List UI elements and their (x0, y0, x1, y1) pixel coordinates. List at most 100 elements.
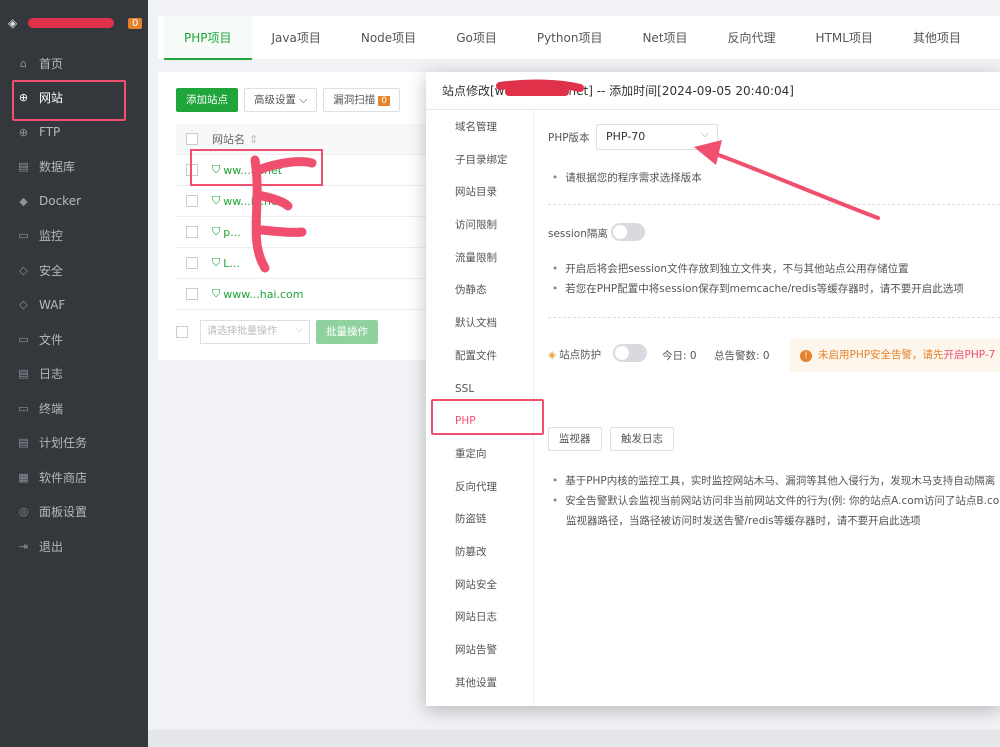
row-checkbox[interactable] (186, 226, 198, 238)
batch-button[interactable]: 批量操作 (316, 320, 378, 344)
sidebar-item-4[interactable]: ◆ Docker (0, 184, 148, 219)
modal-nav-item-7[interactable]: 配置文件 (426, 340, 533, 373)
php-version-select[interactable]: PHP-70 (596, 122, 718, 150)
add-site-button[interactable]: 添加站点 (176, 88, 238, 112)
tab-3[interactable]: Go项目 (436, 16, 517, 60)
sidebar-item-7[interactable]: ◇ WAF (0, 288, 148, 323)
modal-nav-item-11[interactable]: 反向代理 (426, 471, 533, 504)
sidebar-item-label: 计划任务 (39, 436, 88, 451)
database-icon: ▤ (18, 160, 29, 174)
row-checkbox[interactable] (186, 257, 198, 269)
modal-nav-item-15[interactable]: 网站日志 (426, 601, 533, 634)
modal-nav-item-1[interactable]: 子目录绑定 (426, 144, 533, 177)
domain-redacted (504, 87, 569, 96)
session-toggle[interactable] (611, 223, 645, 241)
desc-1: 基于PHP内核的监控工具，实时监控网站木马、漏洞等其他入侵行为，发现木马支持自动… (552, 473, 995, 488)
terminal-icon: ▭ (18, 401, 29, 415)
tab-6[interactable]: 反向代理 (708, 16, 796, 60)
sidebar-item-9[interactable]: ▤ 日志 (0, 357, 148, 392)
store-icon: ▦ (18, 470, 29, 484)
table-header: 网站名 ⇕ (176, 124, 458, 155)
site-name-link[interactable]: www...hai.com (223, 288, 303, 301)
modal-nav-item-14[interactable]: 网站安全 (426, 569, 533, 602)
sidebar-item-13[interactable]: ◎ 面板设置 (0, 495, 148, 530)
sidebar-item-12[interactable]: ▦ 软件商店 (0, 460, 148, 495)
tab-4[interactable]: Python项目 (517, 16, 623, 60)
sort-icon[interactable]: ⇕ (249, 133, 258, 146)
advanced-settings-label: 高级设置 (254, 94, 296, 106)
sidebar-item-label: 退出 (39, 539, 64, 554)
sidebar-item-2[interactable]: ⊕ FTP (0, 115, 148, 150)
modal-title-suffix: net] -- 添加时间[2024-09-05 20:40:04] (568, 84, 794, 98)
sidebar-item-10[interactable]: ▭ 终端 (0, 391, 148, 426)
desc-2: 安全告警默认会监视当前网站访问非当前网站文件的行为(例: 你的站点A.com访问… (552, 493, 1000, 508)
sidebar-item-3[interactable]: ▤ 数据库 (0, 150, 148, 185)
shield-icon: ⛉ (212, 287, 221, 300)
sidebar-item-label: 文件 (39, 332, 64, 347)
modal-title-prefix: 站点修改[w (442, 84, 505, 98)
project-tabs: PHP项目 Java项目 Node项目 Go项目 Python项目 Net项目 反向代理 HT… (158, 15, 1000, 60)
modal-nav-item-3[interactable]: 访问限制 (426, 209, 533, 242)
sidebar-item-5[interactable]: ▭ 监控 (0, 219, 148, 254)
server-badge[interactable]: 0 (128, 17, 143, 29)
sidebar-item-8[interactable]: ▭ 文件 (0, 322, 148, 357)
modal-nav-item-4[interactable]: 流量限制 (426, 242, 533, 275)
table-row: ⛉ L... (176, 248, 458, 279)
modal-nav-item-17[interactable]: 其他设置 (426, 667, 533, 700)
session-tip-1: 开启后将会把session文件存放到独立文件夹，不与其他站点公用存储位置 (552, 261, 908, 276)
site-protect-text: 站点防护 (559, 349, 602, 361)
batch-select[interactable]: 请选择批量操作 (200, 319, 310, 344)
tab-0[interactable]: PHP项目 (164, 15, 252, 60)
alert-link[interactable]: 开启PHP-7 (944, 349, 996, 361)
eye-icon: ◈ (548, 349, 557, 361)
server-ip-redacted (28, 18, 114, 28)
sidebar-item-11[interactable]: ▤ 计划任务 (0, 426, 148, 461)
site-protect-label: ◈ 站点防护 (548, 347, 601, 362)
php-alert-warning: ! 未启用PHP安全告警，请先开启PHP-7 (790, 338, 1000, 372)
vuln-scan-button[interactable]: 漏洞扫描 0 (323, 88, 401, 112)
sidebar-item-label: 终端 (39, 401, 64, 416)
monitor-icon: ▭ (18, 229, 29, 243)
sidebar-item-1[interactable]: ⊕ 网站 (0, 81, 148, 116)
monitor-button[interactable]: 监视器 (548, 427, 602, 451)
row-checkbox[interactable] (186, 288, 198, 300)
modal-nav-item-12[interactable]: 防盗链 (426, 503, 533, 536)
site-name-link[interactable]: ww...ia.net (223, 195, 282, 208)
batch-checkbox[interactable] (176, 326, 188, 338)
modal-nav-item-8[interactable]: SSL (426, 373, 533, 406)
col-site-name[interactable]: 网站名 (212, 131, 245, 147)
bt-logo-icon: ◈ (8, 16, 18, 30)
modal-nav-item-6[interactable]: 默认文档 (426, 307, 533, 340)
site-name-link[interactable]: L... (223, 257, 240, 270)
trigger-log-button[interactable]: 触发日志 (610, 427, 674, 451)
tab-2[interactable]: Node项目 (341, 16, 436, 60)
site-name-link[interactable]: p... (223, 226, 240, 239)
site-protect-toggle[interactable] (613, 344, 647, 362)
modal-nav-item-13[interactable]: 防篡改 (426, 536, 533, 569)
modal-nav-item-16[interactable]: 网站告警 (426, 634, 533, 667)
modal-nav-item-2[interactable]: 网站目录 (426, 176, 533, 209)
tab-7[interactable]: HTML项目 (796, 16, 893, 60)
site-name-link[interactable]: ww...ai.net (223, 164, 282, 177)
divider (548, 204, 1000, 205)
sidebar-item-6[interactable]: ◇ 安全 (0, 253, 148, 288)
sidebar-item-label: 监控 (39, 229, 64, 244)
shield-icon: ⛉ (212, 163, 221, 176)
advanced-settings-button[interactable]: 高级设置 ⌵ (244, 88, 318, 112)
site-edit-modal: 站点修改[w net] -- 添加时间[2024-09-05 20:40:04] … (426, 72, 1000, 706)
tab-1[interactable]: Java项目 (252, 16, 341, 60)
sidebar-item-label: 数据库 (39, 160, 76, 175)
warning-icon: ! (800, 350, 812, 362)
sidebar-item-0[interactable]: ⌂ 首页 (0, 46, 148, 81)
modal-nav-item-9[interactable]: PHP (426, 405, 533, 438)
batch-bar: 请选择批量操作 批量操作 (176, 319, 378, 344)
tab-8[interactable]: 其他项目 (893, 16, 981, 60)
row-checkbox[interactable] (186, 195, 198, 207)
row-checkbox[interactable] (186, 164, 198, 176)
sidebar-item-14[interactable]: ⇥ 退出 (0, 529, 148, 564)
modal-nav-item-5[interactable]: 伪静态 (426, 274, 533, 307)
select-all-checkbox[interactable] (186, 133, 198, 145)
tab-5[interactable]: Net项目 (622, 16, 707, 60)
modal-nav-item-10[interactable]: 重定向 (426, 438, 533, 471)
modal-nav-item-0[interactable]: 域名管理 (426, 111, 533, 144)
